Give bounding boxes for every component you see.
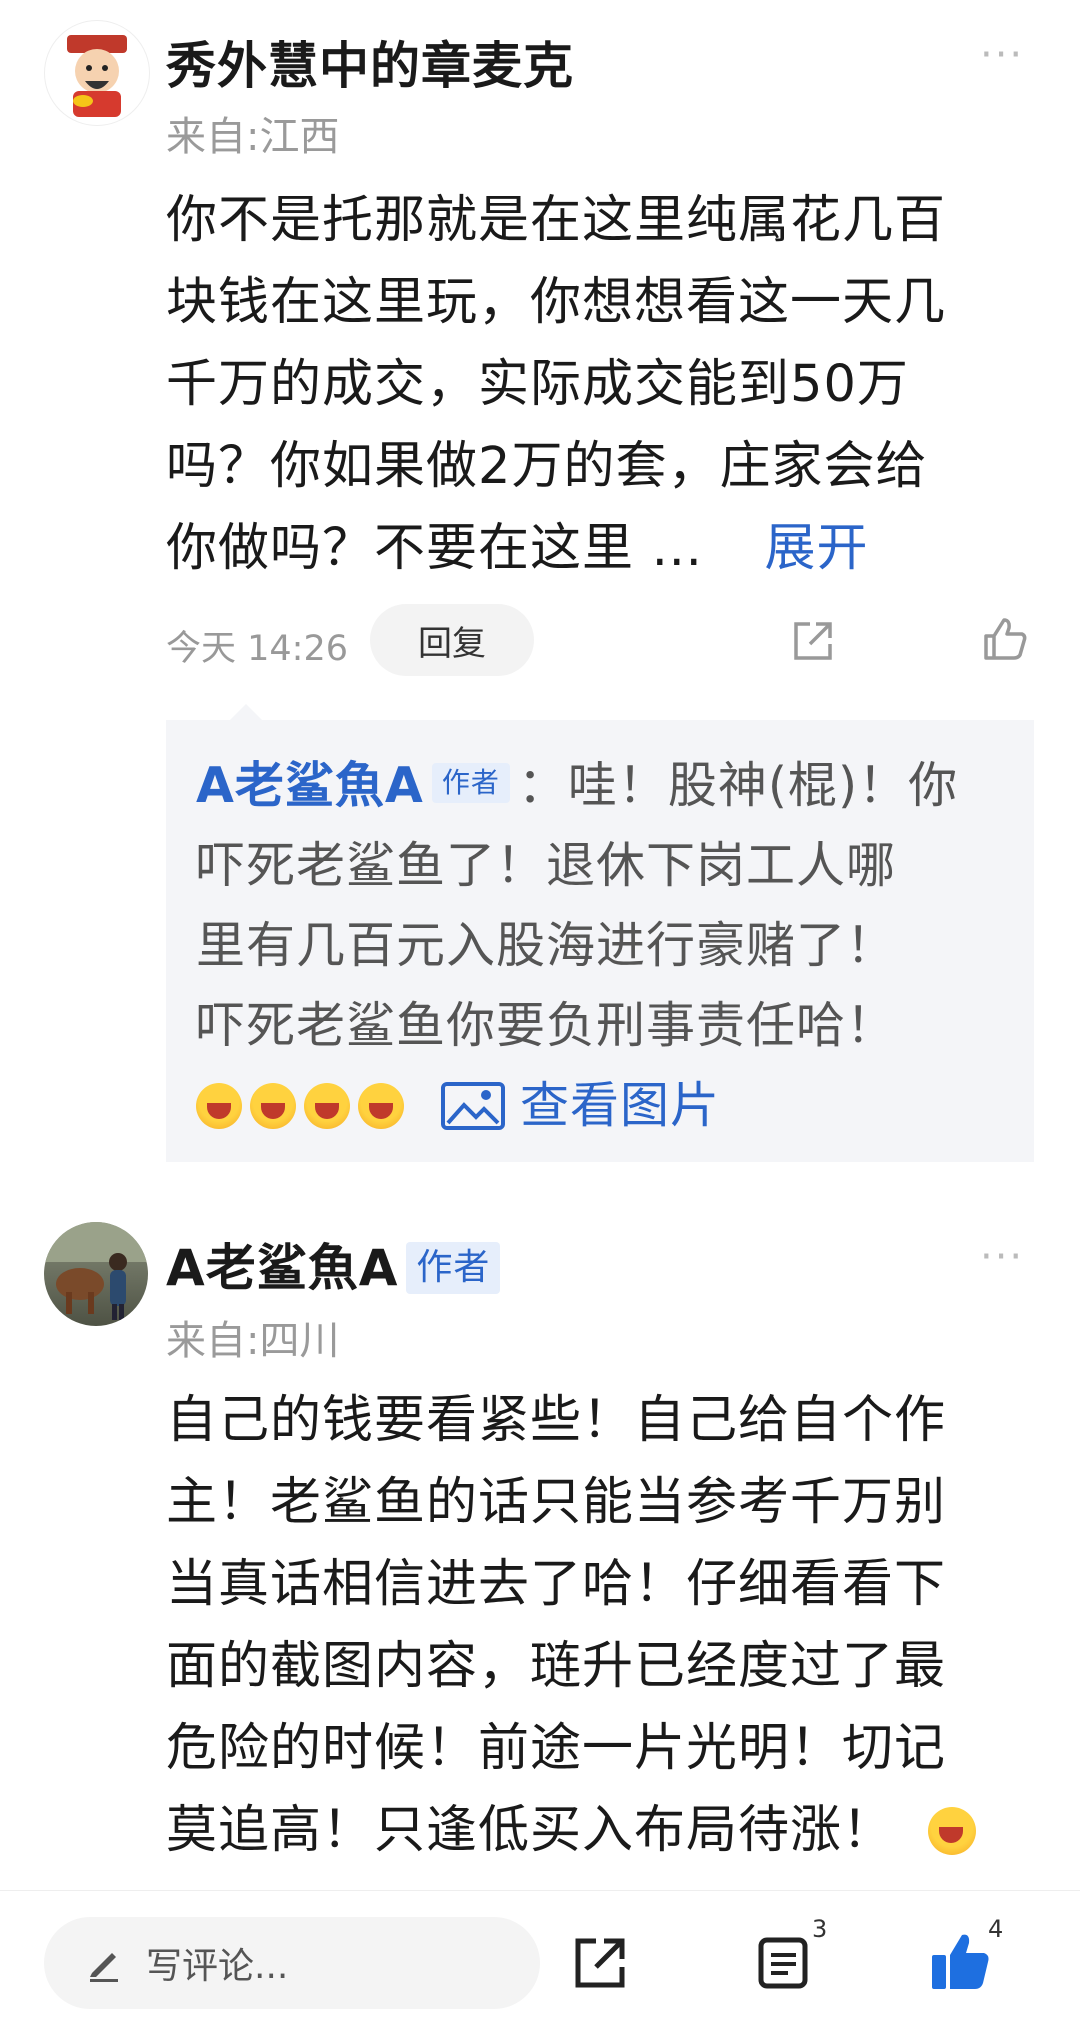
- like-filled-icon[interactable]: [930, 1931, 992, 1991]
- profile-photo-icon: [44, 1222, 148, 1320]
- quote-line: 吓死老鲨鱼了！退休下岗工人哪: [196, 837, 897, 894]
- comment-line: 主！老鲨鱼的话只能当参考千万别: [166, 1473, 947, 1532]
- quote-text: ：哇！股神(棍)！你: [517, 757, 959, 814]
- caishen-avatar-icon: [67, 35, 127, 117]
- like-icon[interactable]: [980, 614, 1030, 664]
- quote-emoji-line: 查看图片: [196, 1066, 1026, 1146]
- comment-line: 吗？你如果做2万的套，庄家会给: [166, 437, 928, 496]
- laugh-emoji-icon: [358, 1083, 404, 1129]
- comment-count: 3: [812, 1915, 828, 1943]
- comments-icon[interactable]: [756, 1935, 812, 1991]
- avatar-user1[interactable]: [44, 20, 150, 126]
- bottom-action-bar: 写评论... 3 4: [0, 1890, 1080, 2032]
- location-label: 来自:四川: [166, 1318, 340, 1364]
- comment-text: 莫追高！只逢低买入布局待涨！: [166, 1801, 895, 1860]
- username-text[interactable]: A老鲨魚A: [166, 1239, 398, 1297]
- comment-line: 面的截图内容，琏升已经度过了最: [166, 1637, 947, 1696]
- quote-line: 吓死老鲨鱼你要负刑事责任哈！: [196, 997, 897, 1054]
- laugh-emoji-icon: [304, 1083, 350, 1129]
- pencil-icon: [90, 1953, 118, 1982]
- comment-truncated-text: 你做吗？不要在这里 …: [166, 519, 704, 578]
- author-badge: 作者: [431, 762, 510, 803]
- reply-button[interactable]: 回复: [370, 604, 534, 676]
- more-options-icon[interactable]: ···: [980, 32, 1024, 78]
- comment-body: 你不是托那就是在这里纯属花几百 块钱在这里玩，你想想看这一天几 千万的成交，实际…: [166, 180, 1046, 590]
- comment-line: 当真话相信进去了哈！仔细看看下: [166, 1555, 947, 1614]
- comment-time: 今天 14:26: [166, 629, 348, 669]
- author-badge: 作者: [406, 1241, 501, 1294]
- view-image-link[interactable]: 查看图片: [440, 1066, 720, 1146]
- laugh-emoji-icon: [196, 1083, 242, 1129]
- comment-input[interactable]: 写评论...: [44, 1917, 540, 2009]
- comment-line: 你不是托那就是在这里纯属花几百: [166, 191, 947, 250]
- comment-line: 千万的成交，实际成交能到50万: [166, 355, 909, 414]
- image-icon: [441, 1082, 505, 1130]
- share-icon[interactable]: [572, 1935, 628, 1991]
- quote-pointer: [230, 704, 262, 720]
- comment-body: 自己的钱要看紧些！自己给自个作 主！老鲨鱼的话只能当参考千万别 当真话相信进去了…: [166, 1380, 1046, 1872]
- location-label: 来自:江西: [166, 114, 340, 160]
- quote-author[interactable]: A老鲨魚A: [196, 757, 424, 814]
- username[interactable]: 秀外慧中的章麦克: [166, 26, 574, 98]
- username: A老鲨魚A 作者: [166, 1228, 508, 1300]
- comment-line-last: 莫追高！只逢低买入布局待涨！: [166, 1790, 1046, 1872]
- quote-body: A老鲨魚A 作者 ：哇！股神(棍)！你 吓死老鲨鱼了！退休下岗工人哪 里有几百元入股…: [196, 746, 1026, 1146]
- like-count: 4: [988, 1915, 1004, 1943]
- more-options-icon[interactable]: ···: [980, 1234, 1024, 1280]
- view-image-label: 查看图片: [520, 1077, 721, 1134]
- quote-line: A老鲨魚A 作者 ：哇！股神(棍)！你: [196, 746, 1026, 826]
- author-reply-quote[interactable]: A老鲨魚A 作者 ：哇！股神(棍)！你 吓死老鲨鱼了！退休下岗工人哪 里有几百元入股…: [166, 720, 1034, 1162]
- comment-placeholder: 写评论...: [146, 1946, 289, 1987]
- comment-line: 块钱在这里玩，你想想看这一天几: [166, 273, 947, 332]
- comment-line-last: 你做吗？不要在这里 … 展开: [166, 508, 1046, 590]
- quote-line: 里有几百元入股海进行豪赌了！: [196, 917, 897, 974]
- comment-line: 危险的时候！前途一片光明！切记: [166, 1719, 947, 1778]
- comment-line: 自己的钱要看紧些！自己给自个作: [166, 1391, 947, 1450]
- laugh-emoji-icon: [250, 1083, 296, 1129]
- avatar-user2[interactable]: [44, 1222, 148, 1326]
- laugh-emoji-icon: [928, 1807, 977, 1855]
- expand-link[interactable]: 展开: [764, 519, 868, 578]
- share-icon[interactable]: [790, 618, 836, 664]
